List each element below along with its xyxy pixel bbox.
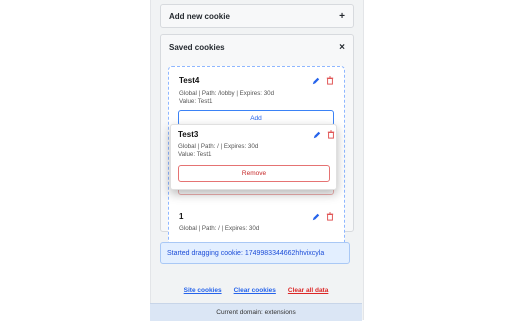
expand-icon[interactable]: + <box>339 11 345 22</box>
trash-icon[interactable] <box>326 76 334 85</box>
cookie-name: Test3 <box>178 130 199 139</box>
cookie-card-1[interactable]: 1 Global | Path: / | Expires: 30d <box>172 207 337 237</box>
close-icon[interactable]: × <box>339 42 345 53</box>
pencil-icon[interactable] <box>313 131 321 139</box>
cookie-value: Value: Test1 <box>179 98 213 105</box>
cookie-value: Value: Test1 <box>178 151 212 158</box>
dragging-cookie-card[interactable]: Test3 Global | Path: / | Expires: 30d Va… <box>170 124 337 190</box>
status-message: Started dragging cookie: 1749983344662hh… <box>160 242 350 264</box>
add-cookie-header[interactable]: Add new cookie + <box>161 5 353 27</box>
clear-cookies-link[interactable]: Clear cookies <box>234 287 276 294</box>
saved-cookies-title: Saved cookies <box>169 42 225 52</box>
cookie-name: 1 <box>179 212 184 221</box>
pencil-icon[interactable] <box>312 77 320 85</box>
add-cookie-section[interactable]: Add new cookie + <box>160 4 354 28</box>
add-cookie-title: Add new cookie <box>169 11 230 21</box>
saved-cookies-header: Saved cookies × <box>161 35 353 59</box>
current-domain-bar: Current domain: extensions <box>150 303 362 321</box>
trash-icon[interactable] <box>327 130 335 139</box>
cookie-name: Test4 <box>179 76 200 85</box>
site-cookies-link[interactable]: Site cookies <box>184 287 222 294</box>
footer-links: Site cookies Clear cookies Clear all dat… <box>150 287 362 294</box>
remove-button[interactable]: Remove <box>178 165 330 182</box>
pencil-icon[interactable] <box>312 213 320 221</box>
trash-icon[interactable] <box>326 212 334 221</box>
clear-all-data-link[interactable]: Clear all data <box>288 287 328 294</box>
cookie-meta: Global | Path: / | Expires: 30d <box>179 225 260 232</box>
